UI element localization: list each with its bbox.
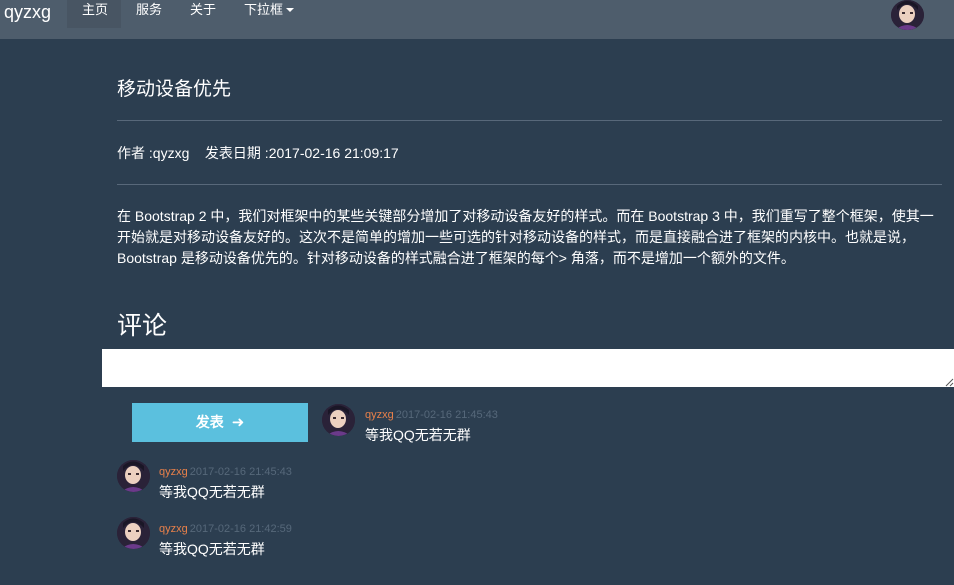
comments-heading: 评论	[117, 312, 168, 340]
nav-item-home[interactable]: 主页	[67, 0, 121, 28]
brand-link[interactable]: qyzxg	[4, 0, 51, 26]
comment-text: 等我QQ无若无群	[159, 484, 265, 500]
nav-item-services[interactable]: 服务	[121, 0, 175, 28]
user-avatar-icon[interactable]	[891, 0, 924, 30]
article-body: 在 Bootstrap 2 中，我们对框架中的某些关键部分增加了对移动设备友好的…	[117, 208, 934, 266]
comment-meta: qyzxg 2017-02-16 21:45:43	[365, 408, 498, 422]
submit-label: 发表	[195, 414, 224, 430]
title-divider	[117, 120, 942, 121]
nav-item-dropdown-label: 下拉框	[244, 2, 284, 17]
resize-grip-icon[interactable]	[945, 378, 954, 387]
article-title: 移动设备优先	[117, 79, 232, 100]
nav-item-dropdown[interactable]: 下拉框	[229, 0, 309, 28]
nav-item-services-label: 服务	[136, 2, 163, 17]
comment-text: 等我QQ无若无群	[365, 427, 471, 443]
caret-down-icon	[286, 7, 295, 12]
comment-username[interactable]: qyzxg	[159, 523, 188, 535]
comment-timestamp: 2017-02-16 21:42:59	[189, 523, 292, 535]
commenter-avatar-icon	[322, 404, 355, 436]
comment-username[interactable]: qyzxg	[365, 409, 394, 421]
comment-meta: qyzxg 2017-02-16 21:45:43	[159, 465, 292, 479]
comment-timestamp: 2017-02-16 21:45:43	[189, 466, 292, 478]
arrow-right-icon: ➜	[231, 414, 245, 431]
commenter-avatar-icon	[117, 517, 150, 549]
commenter-avatar-icon	[117, 460, 150, 492]
comment-meta: qyzxg 2017-02-16 21:42:59	[159, 522, 292, 536]
article-meta: 作者 :qyzxg 发表日期 :2017-02-16 21:09:17	[117, 145, 399, 161]
comment-text: 等我QQ无若无群	[159, 541, 265, 557]
submit-comment-button[interactable]: 发表 ➜	[132, 403, 308, 442]
nav-item-about-label: 关于	[190, 2, 217, 17]
nav-item-home-label: 主页	[82, 2, 109, 17]
top-navbar: qyzxg 主页 服务 关于 下拉框	[0, 0, 954, 39]
comment-input[interactable]	[102, 349, 954, 387]
nav-item-about[interactable]: 关于	[175, 0, 229, 28]
meta-divider	[117, 184, 942, 185]
comment-username[interactable]: qyzxg	[159, 466, 188, 478]
comment-timestamp: 2017-02-16 21:45:43	[395, 409, 498, 421]
comment-input-wrapper	[102, 349, 954, 387]
